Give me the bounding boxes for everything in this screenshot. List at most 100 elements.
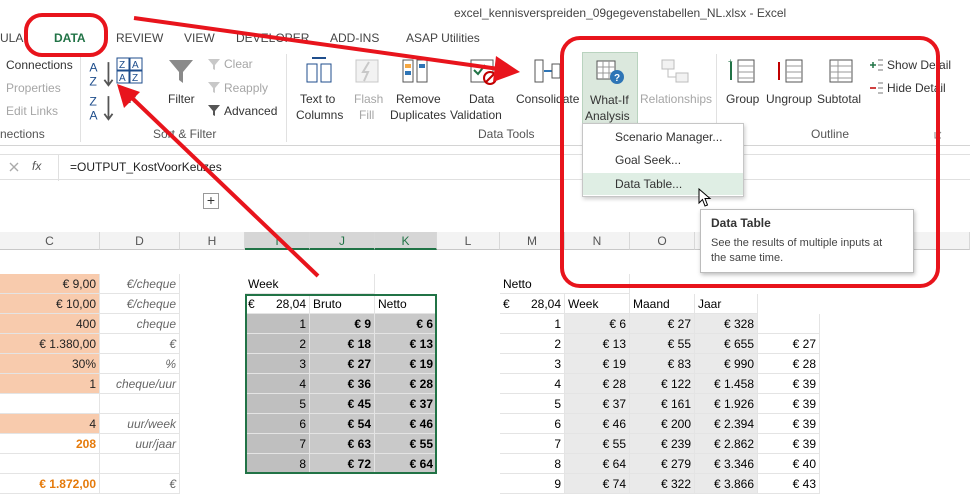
extra-value-cell[interactable]: € 40 [758,454,820,474]
tab-add-ins[interactable]: ADD-INS [330,31,379,45]
table1-header[interactable]: Netto [375,294,437,314]
input-value-c[interactable]: 30% [0,354,100,374]
table1-netto-cell[interactable]: € 55 [375,434,437,454]
tab-formulas[interactable]: ULA [0,31,23,45]
table2-jaar-cell[interactable]: € 2.394 [695,414,758,434]
table1-bruto-cell[interactable]: € 9 [310,314,375,334]
table1-bruto-cell[interactable]: € 36 [310,374,375,394]
table1-bruto-cell[interactable]: € 18 [310,334,375,354]
ungroup-button[interactable]: Ungroup [766,92,812,106]
sort-az-icon[interactable]: A Z [88,58,118,88]
column-header-c[interactable]: C [0,232,100,250]
table2-title[interactable]: Netto [500,274,630,294]
table1-week-cell[interactable]: 4 [245,374,310,394]
table2-jaar-cell[interactable]: € 990 [695,354,758,374]
extra-value-cell[interactable] [758,314,820,334]
remove-duplicates-label-1[interactable]: Remove [396,92,441,106]
edit-links-button[interactable]: Edit Links [6,104,58,118]
filter-button[interactable]: Filter [168,92,195,106]
table2-week-cell[interactable]: 7 [500,434,565,454]
table2-header[interactable]: Maand [630,294,695,314]
flash-fill-icon[interactable] [352,56,382,86]
input-value-c[interactable]: € 1.872,00 [0,474,100,494]
table2-week-cell[interactable]: 8 [500,454,565,474]
extra-value-cell[interactable]: € 39 [758,434,820,454]
table2-week-cell[interactable]: 2 [500,334,565,354]
unit-label-d[interactable]: €/cheque [100,294,180,314]
table2-week-cell[interactable]: 6 [500,414,565,434]
text-to-columns-icon[interactable] [304,56,334,86]
table2-jaar-cell[interactable]: € 3.346 [695,454,758,474]
table1-week-cell[interactable]: 6 [245,414,310,434]
table2-week-cell[interactable]: 9 [500,474,565,494]
table2-corner-cell[interactable]: €28,04 [500,294,565,314]
what-if-analysis-button[interactable]: ? What-If Analysis [582,52,638,124]
extra-value-cell[interactable]: € 39 [758,414,820,434]
data-validation-label-2[interactable]: Validation [450,108,502,122]
column-header-o[interactable]: O [630,232,695,250]
unit-label-d[interactable] [100,454,180,474]
text-to-columns-label-2[interactable]: Columns [296,108,343,122]
table2-week-value-cell[interactable]: € 74 [565,474,630,494]
menu-item-scenario-manager[interactable]: Scenario Manager... [583,126,743,148]
table1-bruto-cell[interactable]: € 27 [310,354,375,374]
input-value-c[interactable]: € 1.380,00 [0,334,100,354]
unit-label-d[interactable]: % [100,354,180,374]
table1-corner-cell[interactable]: €28,04 [245,294,310,314]
table1-netto-cell[interactable]: € 37 [375,394,437,414]
flash-fill-label-2[interactable]: Fill [359,108,374,122]
table1-week-cell[interactable]: 1 [245,314,310,334]
sort-button[interactable]: ort [122,92,136,106]
filter-icon[interactable] [166,56,196,86]
subtotal-button[interactable]: Subtotal [817,92,861,106]
table1-week-cell[interactable]: 2 [245,334,310,354]
insert-function-icon[interactable]: fx [32,159,41,173]
table2-week-value-cell[interactable]: € 28 [565,374,630,394]
table1-netto-cell[interactable]: € 13 [375,334,437,354]
column-header-i[interactable]: I [245,232,310,250]
table2-maand-cell[interactable]: € 279 [630,454,695,474]
table1-netto-cell[interactable]: € 28 [375,374,437,394]
table1-bruto-cell[interactable]: € 63 [310,434,375,454]
table1-header[interactable]: Bruto [310,294,375,314]
clear-button[interactable]: Clear [224,57,253,71]
table1-week-cell[interactable]: 7 [245,434,310,454]
table1-week-cell[interactable]: 5 [245,394,310,414]
table2-week-cell[interactable]: 4 [500,374,565,394]
table2-maand-cell[interactable]: € 161 [630,394,695,414]
consolidate-button[interactable]: Consolidate [516,92,579,106]
column-header-k[interactable]: K [375,232,437,250]
unit-label-d[interactable]: uur/week [100,414,180,434]
table1-title[interactable]: Week [245,274,375,294]
unit-label-d[interactable] [100,394,180,414]
extra-value-cell[interactable]: € 27 [758,334,820,354]
column-header-m[interactable]: M [500,232,565,250]
table2-week-value-cell[interactable]: € 46 [565,414,630,434]
consolidate-icon[interactable] [532,56,562,86]
data-validation-icon[interactable] [468,56,498,86]
table1-netto-cell[interactable]: € 19 [375,354,437,374]
expand-outline-button[interactable]: + [203,193,219,209]
table2-header[interactable]: Jaar [695,294,758,314]
table2-week-value-cell[interactable]: € 55 [565,434,630,454]
table2-jaar-cell[interactable]: € 655 [695,334,758,354]
show-detail-button[interactable]: Show Detail [887,58,951,72]
tab-developer[interactable]: DEVELOPER [236,31,309,45]
table2-maand-cell[interactable]: € 27 [630,314,695,334]
table2-jaar-cell[interactable]: € 328 [695,314,758,334]
unit-label-d[interactable]: uur/jaar [100,434,180,454]
table2-jaar-cell[interactable]: € 3.866 [695,474,758,494]
column-header-j[interactable]: J [310,232,375,250]
table2-week-value-cell[interactable]: € 6 [565,314,630,334]
data-validation-label-1[interactable]: Data [469,92,494,106]
table2-week-value-cell[interactable]: € 13 [565,334,630,354]
extra-value-cell[interactable]: € 39 [758,374,820,394]
table2-maand-cell[interactable]: € 55 [630,334,695,354]
reapply-button[interactable]: Reapply [224,81,268,95]
extra-value-cell[interactable]: € 39 [758,394,820,414]
table2-jaar-cell[interactable]: € 2.862 [695,434,758,454]
group-icon[interactable]: + [728,56,758,86]
table2-week-value-cell[interactable]: € 37 [565,394,630,414]
input-value-c[interactable] [0,454,100,474]
unit-label-d[interactable]: cheque/uur [100,374,180,394]
